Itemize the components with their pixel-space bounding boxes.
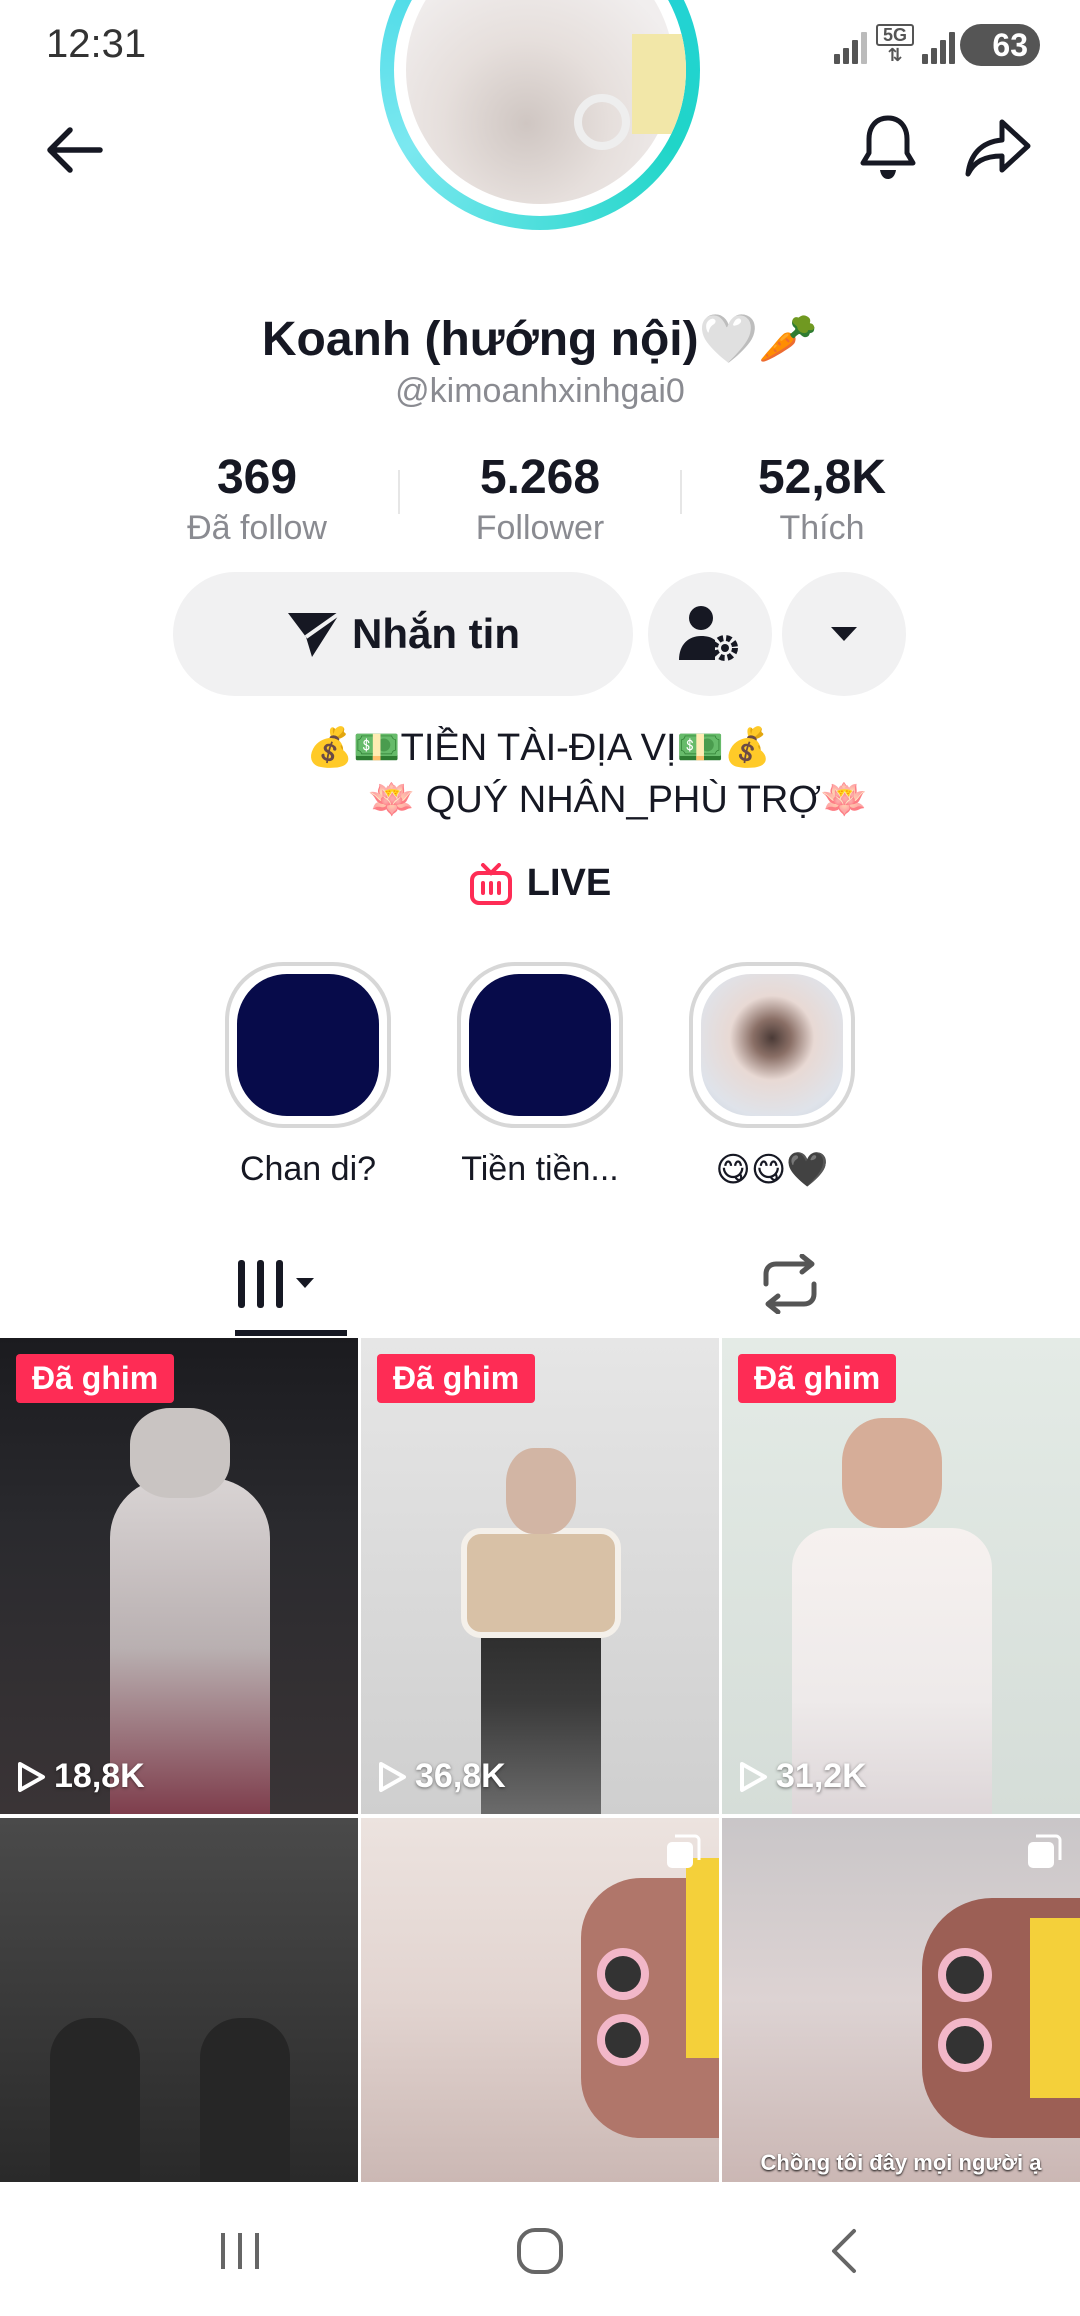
- video-subject: [130, 1408, 230, 1498]
- highlight-ring: [457, 962, 623, 1128]
- view-count: 18,8K: [16, 1757, 145, 1796]
- hat: [632, 34, 686, 134]
- play-icon: [379, 1761, 406, 1792]
- highlight-label: Chan di?: [239, 1150, 377, 1188]
- message-button[interactable]: Nhắn tin: [173, 572, 633, 696]
- highlight-label: 😋😋🖤: [715, 1151, 829, 1189]
- sunglasses: [938, 1948, 992, 2002]
- live-link[interactable]: LIVE: [0, 862, 1080, 905]
- notification-button[interactable]: [850, 106, 926, 190]
- highlight-cover: [237, 974, 379, 1116]
- stat-value: 5.268: [479, 451, 601, 504]
- network-label: 5G: [876, 24, 914, 46]
- stat-followers[interactable]: 5.268 Follower: [400, 450, 680, 548]
- stat-label: Follower: [475, 509, 605, 547]
- more-dropdown-button[interactable]: [782, 572, 906, 696]
- user-gear-icon: [679, 606, 738, 661]
- pinned-badge: Đã ghim: [738, 1354, 897, 1403]
- battery-indicator: 63: [960, 24, 1040, 66]
- signal-icon-2: [922, 30, 955, 64]
- back-nav-icon: [832, 2229, 856, 2273]
- highlight-item[interactable]: Tiền tiền...: [420, 962, 660, 1189]
- multi-photo-icon: [667, 1834, 701, 1868]
- tab-videos[interactable]: [176, 1232, 376, 1336]
- share-icon: [965, 119, 1031, 177]
- network-type: 5G ⇅: [876, 24, 914, 64]
- video-subject: [842, 1418, 942, 1528]
- highlight-item[interactable]: Chan di?: [188, 962, 428, 1189]
- stat-value: 52,8K: [757, 451, 887, 504]
- stat-value: 369: [216, 451, 298, 504]
- grid-dropdown-icon: [238, 1260, 314, 1308]
- bio-line-2: 🪷 QUÝ NHÂN_PHÙ TRỢ🪷: [368, 779, 869, 821]
- live-tv-icon: [469, 862, 512, 905]
- highlight-cover: [701, 974, 843, 1116]
- video-subject: [506, 1448, 576, 1534]
- video-tile[interactable]: [361, 1818, 719, 2182]
- video-caption: Chồng tôi đây mọi người ạ: [760, 2150, 1042, 2175]
- video-subject: [200, 2018, 290, 2182]
- home-button[interactable]: [500, 2216, 580, 2286]
- video-subject: [50, 2018, 140, 2182]
- repost-icon: [763, 1254, 817, 1314]
- arrow-left-icon: [47, 127, 103, 173]
- stat-label: Thích: [779, 509, 865, 547]
- display-name: Koanh (hướng nội)🤍🥕: [261, 313, 819, 366]
- multi-photo-icon: [1028, 1834, 1062, 1868]
- video-tile[interactable]: Đã ghim 31,2K: [722, 1338, 1080, 1814]
- view-count: 36,8K: [377, 1757, 506, 1796]
- view-count-label: 36,8K: [415, 1757, 506, 1795]
- pinned-badge: Đã ghim: [377, 1354, 536, 1403]
- stat-likes[interactable]: 52,8K Thích: [682, 450, 962, 548]
- message-label: Nhắn tin: [352, 610, 520, 657]
- live-label: LIVE: [526, 862, 612, 904]
- highlight-label: Tiền tiền...: [461, 1150, 619, 1188]
- share-button[interactable]: [958, 106, 1038, 190]
- highlight-cover: [469, 974, 611, 1116]
- play-icon: [18, 1761, 45, 1792]
- tab-reposts[interactable]: [700, 1232, 880, 1336]
- hat: [686, 1858, 719, 2058]
- recent-apps-icon: [221, 2233, 259, 2269]
- system-nav-bar: [0, 2182, 1080, 2316]
- highlight-item[interactable]: 😋😋🖤: [652, 962, 892, 1190]
- home-icon: [517, 2228, 563, 2274]
- caret-down-icon: [831, 627, 857, 641]
- avatar[interactable]: [380, 0, 700, 230]
- back-nav-button[interactable]: [804, 2216, 884, 2286]
- view-count: 31,2K: [738, 1757, 867, 1796]
- video-tile[interactable]: [0, 1818, 358, 2182]
- pinned-badge: Đã ghim: [16, 1354, 175, 1403]
- tab-indicator: [235, 1330, 347, 1336]
- username: @kimoanhxinhgai0: [395, 372, 685, 410]
- status-time: 12:31: [46, 22, 147, 66]
- signal-icon: [834, 30, 867, 64]
- stat-label: Đã follow: [187, 509, 327, 547]
- view-count-label: 18,8K: [54, 1757, 145, 1795]
- battery-level: 63: [992, 26, 1028, 63]
- sunglasses: [597, 1948, 649, 2000]
- highlight-ring: [225, 962, 391, 1128]
- friend-settings-button[interactable]: [648, 572, 772, 696]
- send-icon: [288, 611, 342, 657]
- play-icon: [740, 1761, 767, 1792]
- bio-line-1: 💰💵TIỀN TÀI-ĐỊA VỊ💵💰: [306, 727, 772, 769]
- stat-following[interactable]: 369 Đã follow: [117, 450, 397, 548]
- sunglasses: [938, 2018, 992, 2072]
- video-subject: [461, 1528, 621, 1638]
- video-tile[interactable]: Đã ghim 18,8K: [0, 1338, 358, 1814]
- video-tile[interactable]: Chồng tôi đây mọi người ạ: [722, 1818, 1080, 2182]
- sunglasses: [597, 2014, 649, 2066]
- recent-apps-button[interactable]: [200, 2216, 280, 2286]
- back-button[interactable]: [36, 112, 112, 188]
- bell-icon: [860, 115, 916, 179]
- sunglasses: [574, 94, 630, 150]
- hat: [1030, 1918, 1080, 2098]
- video-tile[interactable]: Đã ghim 36,8K: [361, 1338, 719, 1814]
- view-count-label: 31,2K: [776, 1757, 867, 1795]
- highlight-ring: [689, 962, 855, 1128]
